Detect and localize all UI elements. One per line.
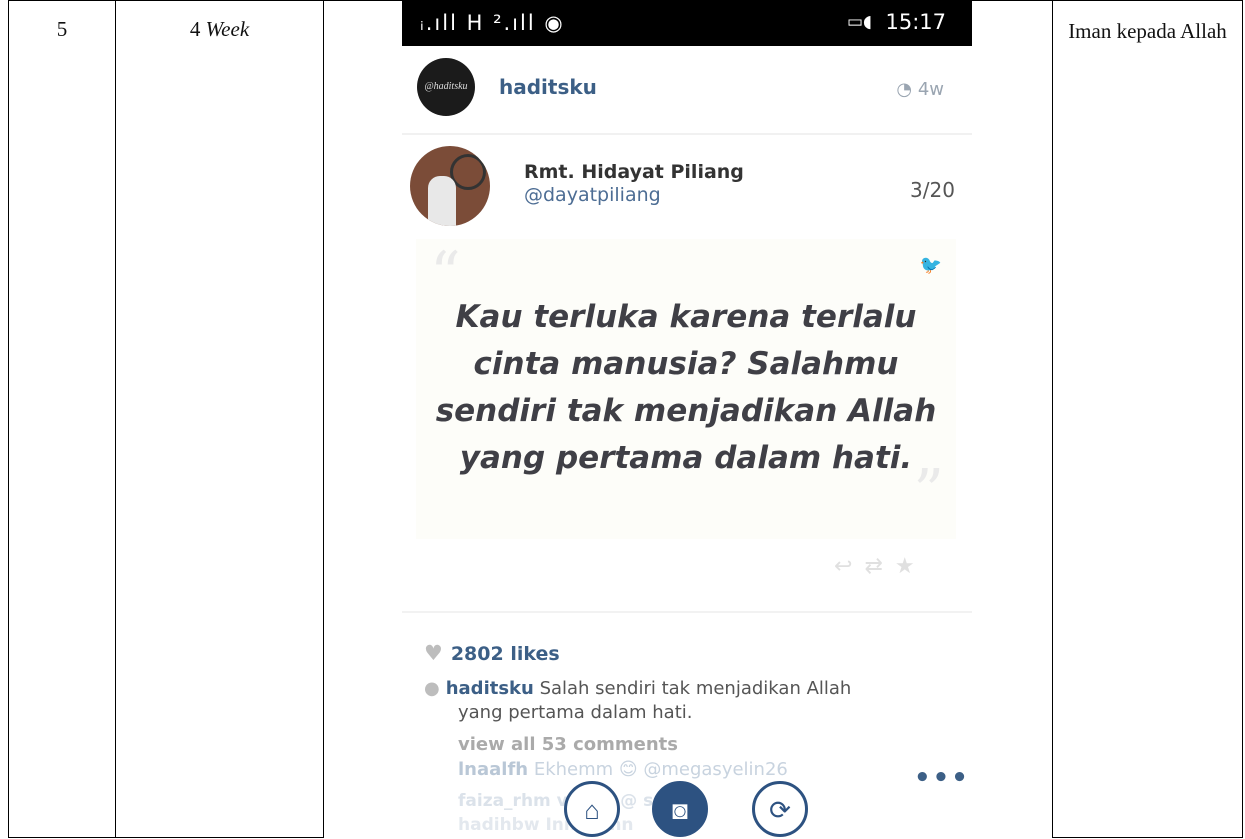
twitter-bird-icon: 🐦: [919, 255, 942, 275]
home-icon[interactable]: ⌂: [564, 781, 620, 837]
battery-icon: ▭◖: [846, 12, 872, 32]
tweet-author-name: Rmt. Hidayat Piliang: [524, 161, 744, 183]
retweet-icon[interactable]: ⇄: [864, 553, 894, 578]
instagram-icon[interactable]: ◙: [652, 781, 708, 837]
slide-counter: 3/20: [910, 178, 955, 202]
comment-text: Ekhemm 😊 @megasyelin26: [528, 759, 788, 780]
post-time: ◔ 4w: [896, 79, 944, 100]
comment-user[interactable]: lnaalfh: [458, 759, 528, 780]
quote-card: “ 🐦 Kau terluka karena terlalu cinta man…: [416, 239, 956, 539]
table-row: 5 4 Week ᵢ.ıll H ².ıll ◉ ▭◖ 15:17 @hadit…: [8, 0, 1243, 839]
phone-screenshot: ᵢ.ıll H ².ıll ◉ ▭◖ 15:17 @haditsku hadit…: [324, 1, 1052, 839]
caption: ● haditsku Salah sendiri tak menjadikan A…: [424, 677, 944, 725]
heart-icon: ♥: [424, 641, 443, 665]
week-label: Week: [205, 17, 250, 41]
caption-text: Salah sendiri tak menjadikan Allah: [533, 678, 852, 699]
status-bar: ᵢ.ıll H ².ıll ◉ ▭◖ 15:17: [402, 1, 972, 46]
post-header: @haditsku haditsku ◔ 4w: [402, 53, 972, 135]
clock-icon: ◔: [896, 79, 918, 100]
caption-user[interactable]: haditsku: [446, 678, 534, 699]
close-quote-icon: ”: [913, 457, 944, 527]
refresh-icon[interactable]: ⟳: [752, 781, 808, 837]
account-name[interactable]: haditsku: [499, 75, 597, 99]
post-time-value: 4w: [917, 79, 944, 100]
divider: [402, 611, 972, 613]
likes-row[interactable]: ♥ 2802 likes: [424, 641, 560, 665]
tweet-actions: ↩⇄★: [834, 553, 927, 579]
caption-text-line2: yang pertama dalam hati.: [458, 702, 693, 723]
account-avatar[interactable]: @haditsku: [417, 58, 475, 116]
status-time: 15:17: [885, 10, 946, 34]
more-options-icon[interactable]: •••: [914, 763, 970, 793]
signal-indicators: ᵢ.ıll H ².ıll ◉: [420, 11, 565, 35]
view-comments-link[interactable]: view all 53 comments: [458, 734, 678, 755]
likes-count: 2802 likes: [450, 643, 560, 665]
reply-icon[interactable]: ↩: [834, 553, 864, 578]
row-number: 5: [8, 0, 116, 838]
tweet-author-avatar: [410, 146, 490, 226]
comment-bubble-icon: ●: [424, 678, 440, 699]
person-graphic: [428, 176, 456, 226]
topic-cell: Iman kepada Allah: [1052, 0, 1243, 838]
screenshot-cell: ᵢ.ıll H ².ıll ◉ ▭◖ 15:17 @haditsku hadit…: [323, 0, 1053, 839]
comment-item: lnaalfh Ekhemm 😊 @megasyelin26: [458, 759, 788, 780]
quote-text: Kau terluka karena terlalu cinta manusia…: [435, 299, 937, 476]
tweet-author-handle: @dayatpiliang: [524, 184, 661, 206]
week-number: 4: [189, 17, 201, 41]
star-icon[interactable]: ★: [895, 553, 927, 578]
document-table: 5 4 Week ᵢ.ıll H ².ıll ◉ ▭◖ 15:17 @hadit…: [8, 0, 1243, 839]
week-cell: 4 Week: [115, 0, 324, 838]
